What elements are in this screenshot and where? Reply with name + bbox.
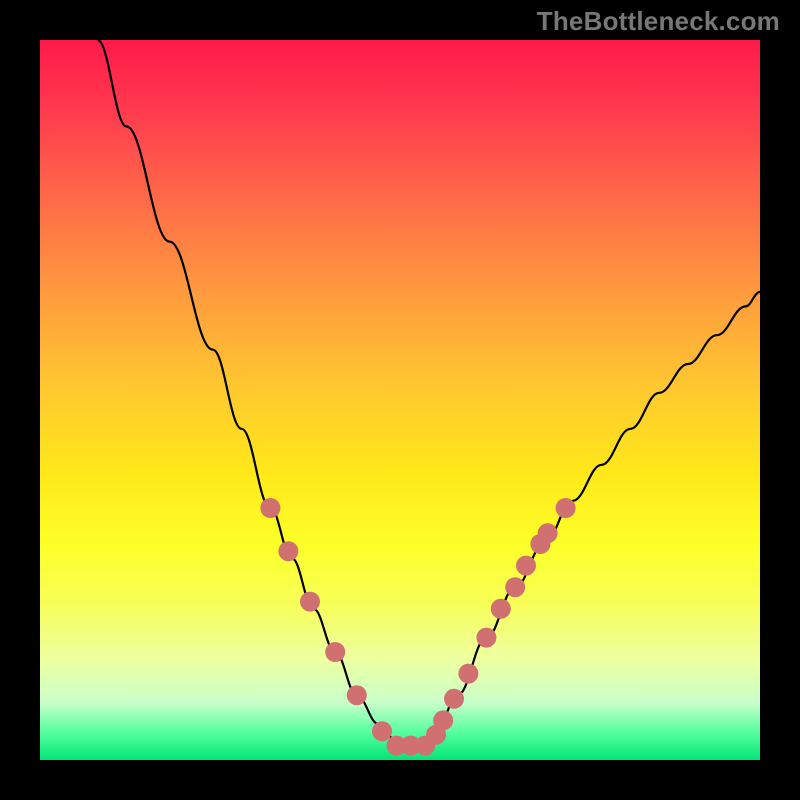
highlight-markers xyxy=(260,498,575,756)
frame-right xyxy=(760,0,800,800)
marker-point xyxy=(325,642,345,662)
marker-point xyxy=(278,541,298,561)
marker-point xyxy=(458,664,478,684)
marker-point xyxy=(516,556,536,576)
plot-area xyxy=(40,40,760,760)
watermark-text: TheBottleneck.com xyxy=(537,6,780,37)
marker-point xyxy=(538,523,558,543)
chart-svg xyxy=(40,40,760,760)
marker-point xyxy=(505,577,525,597)
marker-point xyxy=(260,498,280,518)
marker-point xyxy=(476,628,496,648)
marker-point xyxy=(556,498,576,518)
marker-point xyxy=(300,592,320,612)
marker-point xyxy=(491,599,511,619)
marker-point xyxy=(372,721,392,741)
marker-point xyxy=(347,685,367,705)
frame-left xyxy=(0,0,40,800)
marker-point xyxy=(433,710,453,730)
marker-point xyxy=(444,689,464,709)
frame-bottom xyxy=(0,760,800,800)
bottleneck-curve xyxy=(98,40,760,746)
